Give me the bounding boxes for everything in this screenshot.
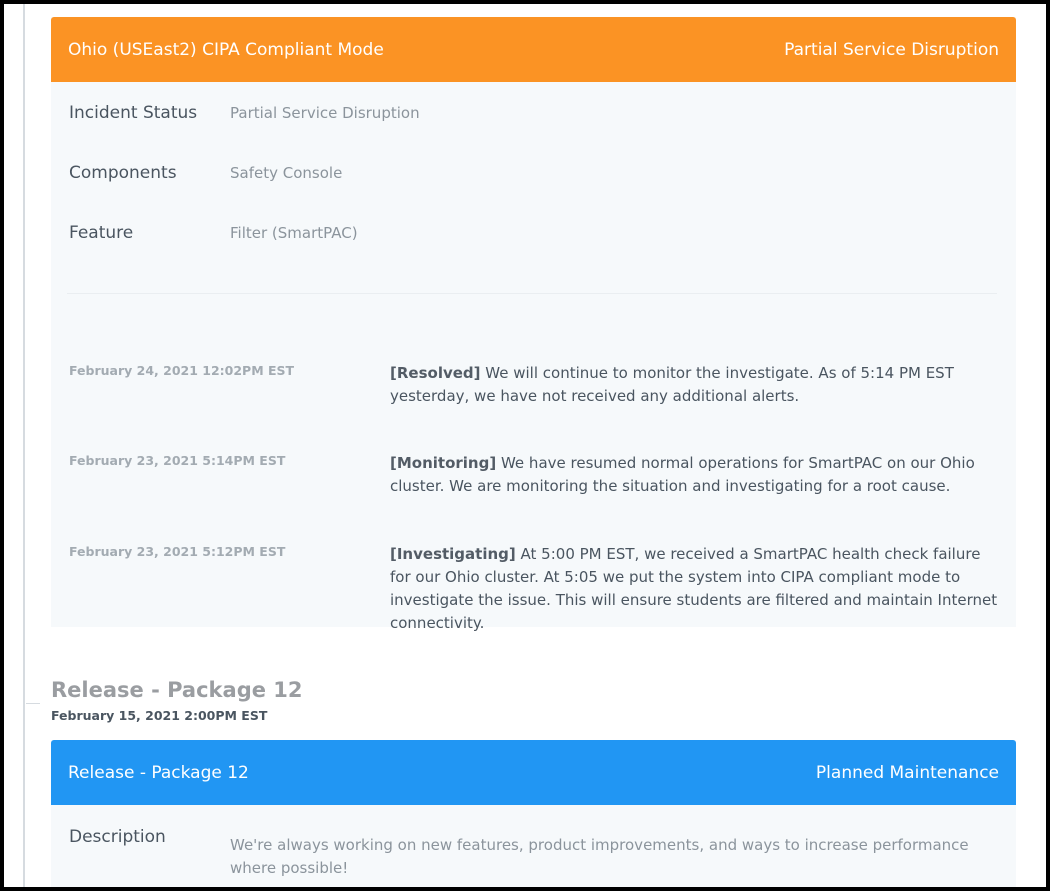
update-date: February 23, 2021 5:14PM EST: [69, 453, 286, 468]
release-heading: Release - Package 12: [51, 678, 303, 702]
detail-value: Safety Console: [230, 164, 343, 182]
update-date: February 24, 2021 12:02PM EST: [69, 363, 295, 378]
detail-row-feature: Feature Filter (SmartPAC): [69, 223, 358, 243]
update-text: [Investigating] At 5:00 PM EST, we recei…: [390, 543, 1000, 635]
description-label: Description: [69, 827, 166, 847]
update-text: [Resolved] We will continue to monitor t…: [390, 362, 1000, 408]
incident-card-header[interactable]: Ohio (USEast2) CIPA Compliant Mode Parti…: [51, 17, 1016, 82]
detail-label: Components: [69, 163, 177, 183]
incident-title: Ohio (USEast2) CIPA Compliant Mode: [68, 39, 384, 60]
incident-card: Ohio (USEast2) CIPA Compliant Mode Parti…: [51, 17, 1016, 632]
description-text: We're always working on new features, pr…: [230, 836, 969, 877]
detail-label: Incident Status: [69, 103, 198, 123]
section-divider: [67, 293, 997, 294]
update-status: [Resolved]: [390, 364, 481, 382]
update-status: [Monitoring]: [390, 454, 497, 472]
release-card-title: Release - Package 12: [68, 762, 249, 783]
release-status-badge: Planned Maintenance: [815, 762, 999, 783]
detail-row-incident-status: Incident Status Partial Service Disrupti…: [69, 103, 420, 123]
release-card-header[interactable]: Release - Package 12 Planned Maintenance: [51, 740, 1016, 805]
status-page: Ohio (USEast2) CIPA Compliant Mode Parti…: [0, 0, 1050, 891]
timeline-tick: [26, 703, 40, 704]
release-date: February 15, 2021 2:00PM EST: [51, 708, 268, 723]
detail-row-components: Components Safety Console: [69, 163, 342, 183]
detail-value: Partial Service Disruption: [230, 104, 420, 122]
detail-label: Feature: [69, 223, 134, 243]
detail-value: Filter (SmartPAC): [230, 224, 358, 242]
update-status: [Investigating]: [390, 545, 516, 563]
incident-status-badge: Partial Service Disruption: [784, 39, 999, 60]
update-date: February 23, 2021 5:12PM EST: [69, 544, 286, 559]
release-card: Release - Package 12 Planned Maintenance…: [51, 740, 1016, 887]
timeline-line: [23, 4, 25, 887]
update-text: [Monitoring] We have resumed normal oper…: [390, 452, 1000, 498]
